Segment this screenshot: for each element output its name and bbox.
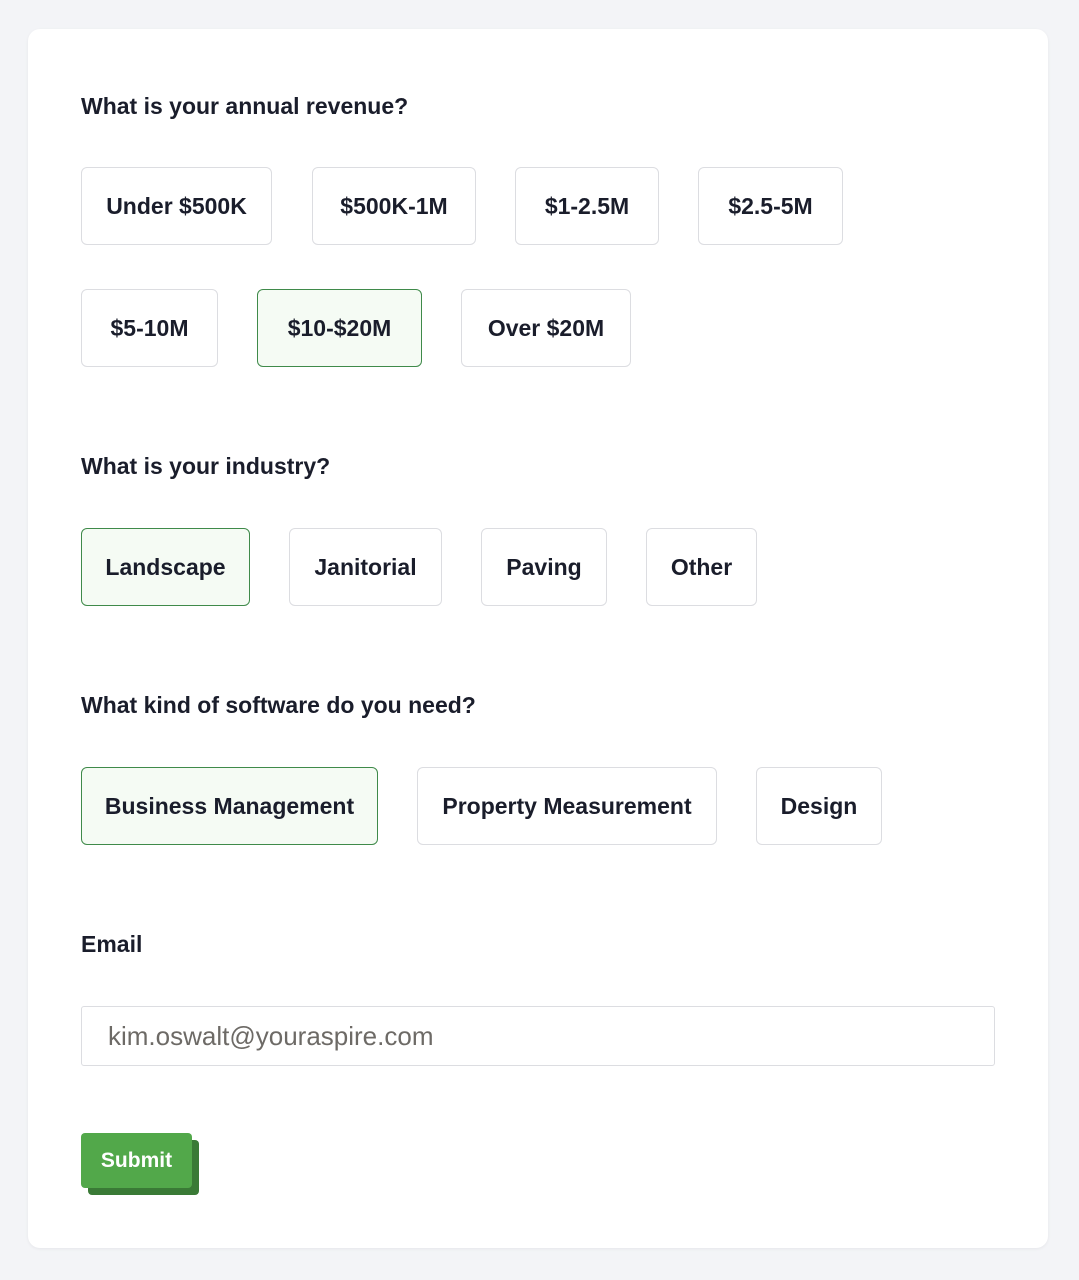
industry-option-landscape[interactable]: Landscape <box>81 528 250 606</box>
revenue-option-over-20m[interactable]: Over $20M <box>461 289 631 367</box>
software-question: What kind of software do you need? <box>81 692 476 718</box>
submit-button[interactable]: Submit <box>81 1133 192 1188</box>
revenue-option-500k-1m[interactable]: $500K-1M <box>312 167 476 245</box>
industry-option-janitorial[interactable]: Janitorial <box>289 528 442 606</box>
software-option-design[interactable]: Design <box>756 767 882 845</box>
email-label: Email <box>81 931 143 957</box>
revenue-option-5-10m[interactable]: $5-10M <box>81 289 218 367</box>
email-field[interactable] <box>81 1006 995 1066</box>
industry-option-paving[interactable]: Paving <box>481 528 607 606</box>
revenue-option-10-20m[interactable]: $10-$20M <box>257 289 422 367</box>
software-option-business-management[interactable]: Business Management <box>81 767 378 845</box>
revenue-option-2-5-5m[interactable]: $2.5-5M <box>698 167 843 245</box>
revenue-question: What is your annual revenue? <box>81 93 409 119</box>
revenue-option-under-500k[interactable]: Under $500K <box>81 167 272 245</box>
industry-question: What is your industry? <box>81 453 331 479</box>
survey-card: What is your annual revenue? Under $500K… <box>28 29 1048 1248</box>
software-option-property-measurement[interactable]: Property Measurement <box>417 767 717 845</box>
revenue-option-1-2-5m[interactable]: $1-2.5M <box>515 167 659 245</box>
industry-option-other[interactable]: Other <box>646 528 757 606</box>
